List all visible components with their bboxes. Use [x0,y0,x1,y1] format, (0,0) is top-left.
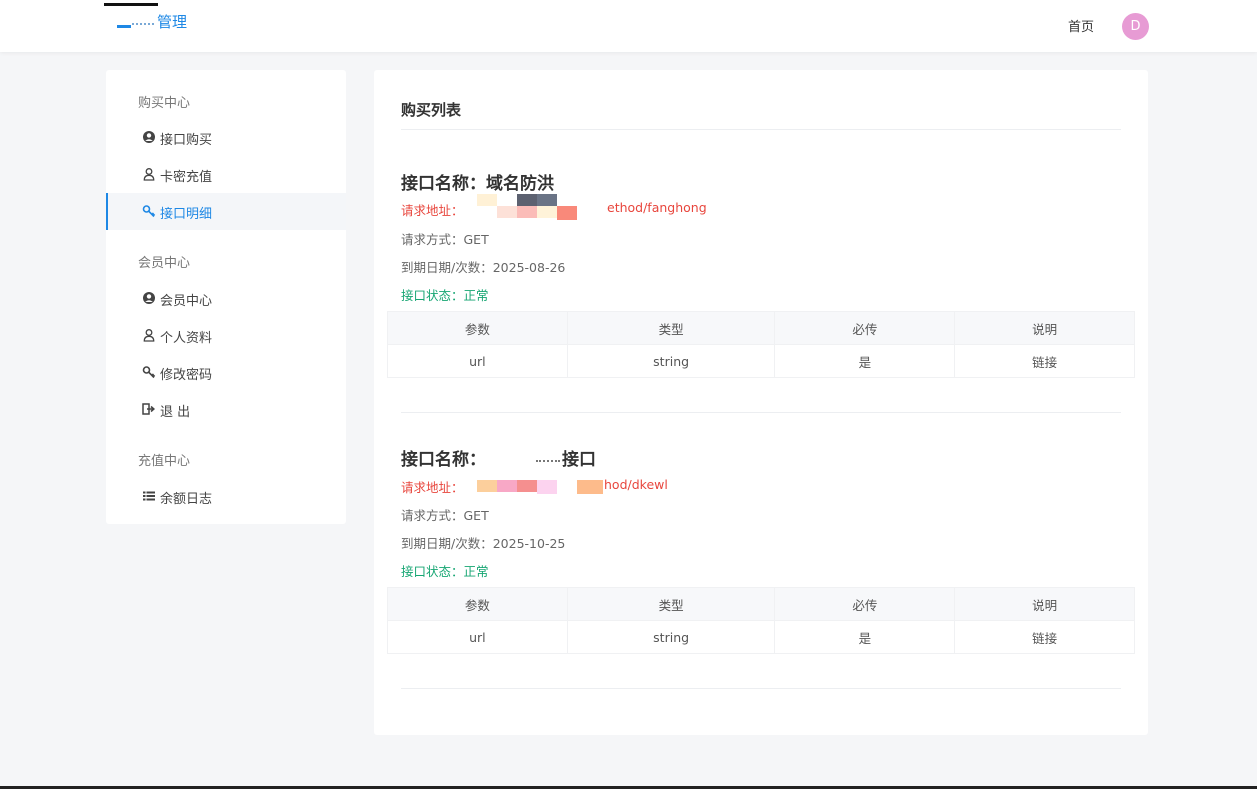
sidebar-item-label: 退 出 [160,405,191,420]
sidebar-item-label: 会员中心 [160,294,213,309]
sidebar-item-label: 卡密充值 [160,170,213,185]
table-cell: string [566,344,776,378]
sidebar-item-label: 接口购买 [160,133,213,148]
col-header-param: 参数 [387,587,568,621]
col-header-required: 必传 [774,587,956,621]
sidebar-item-balance-log[interactable]: 余额日志 [106,478,346,515]
sidebar-item-profile[interactable]: 个人资料 [106,317,346,354]
table-header-row: 参数 类型 必传 说明 [387,311,1135,345]
sidebar-item-label: 个人资料 [160,331,213,346]
top-navbar: 管理 首页 D [0,0,1257,52]
divider [401,688,1121,689]
page-title: 购买列表 [401,101,462,119]
api-url-visible: ethod/fanghong [607,200,707,215]
sidebar-item-label: 接口明细 [160,207,213,222]
redaction-mask [577,480,603,494]
col-header-type: 类型 [566,587,776,621]
api-name-prefix: 接口名称： [401,450,486,470]
api-url-visible: hod/dkewl [604,477,668,492]
purchase-list-panel: 购买列表 接口名称：域名防洪 请求地址： ethod/fanghong 请求方式… [374,70,1148,735]
redaction-mask [517,194,537,206]
table-cell: 是 [774,620,956,654]
user-outline-icon [143,329,155,342]
sidebar-item-label: 余额日志 [160,492,213,507]
divider [401,412,1121,413]
table-row: url string 是 链接 [387,620,1135,654]
table-cell: 是 [774,344,956,378]
list-icon [143,491,155,501]
user-outline-icon [143,168,155,181]
redaction-mask [557,206,577,220]
sidebar-group-recharge: 充值中心 [138,454,191,469]
sidebar-item-change-password[interactable]: 修改密码 [106,354,346,391]
redaction-mask [477,480,497,492]
sidebar-item-label: 修改密码 [160,368,213,383]
table-cell: string [566,620,776,654]
key-icon [142,205,156,218]
user-avatar[interactable]: D [1122,13,1149,40]
api-url[interactable]: 请求地址： hod/dkewl [401,477,701,496]
redaction-mask [477,194,497,206]
sidebar-group-purchase: 购买中心 [138,96,191,111]
sidebar-group-member: 会员中心 [138,256,191,271]
user-circle-icon [143,292,155,304]
api-url[interactable]: 请求地址： ethod/fanghong [401,194,707,220]
divider [401,129,1121,130]
redaction-mask [537,194,557,206]
brand-mark [104,3,158,6]
table-cell: 链接 [954,344,1135,378]
table-cell: url [387,620,568,654]
sidebar: 购买中心 接口购买 卡密充值 接口明细 会员中心 会员中心 个人资料 修改密码 … [106,70,346,524]
redaction-mask [517,206,537,218]
table-cell: url [387,344,568,378]
redaction-mask [537,206,557,218]
nav-home-link[interactable]: 首页 [1068,16,1094,35]
redaction-mask [497,206,517,218]
api-status: 接口状态：正常 [401,564,489,579]
api-method: 请求方式：GET [401,232,489,247]
col-header-description: 说明 [954,311,1135,345]
redaction-mask [497,480,517,492]
col-header-type: 类型 [566,311,776,345]
redaction-mask [536,458,560,462]
api-expiry: 到期日期/次数：2025-10-25 [401,536,566,551]
api-name: 接口名称：域名防洪 [401,174,554,194]
redaction-mask [537,480,557,494]
user-circle-icon [143,131,155,143]
table-cell: 链接 [954,620,1135,654]
table-row: url string 是 链接 [387,344,1135,378]
api-name: 接口名称： 接口 [401,445,721,470]
brand-title: 管理 [157,13,188,31]
param-table: 参数 类型 必传 说明 url string 是 链接 [387,311,1135,378]
sign-out-icon [142,403,156,415]
api-url-label: 请求地址： [401,480,464,495]
sidebar-item-member-center[interactable]: 会员中心 [106,280,346,317]
col-header-param: 参数 [387,311,568,345]
col-header-required: 必传 [774,311,956,345]
table-header-row: 参数 类型 必传 说明 [387,587,1135,621]
api-name-suffix: 接口 [562,450,596,470]
api-url-label: 请求地址： [401,203,464,218]
param-table: 参数 类型 必传 说明 url string 是 链接 [387,587,1135,654]
brand-accent-bar [117,25,131,28]
redaction-mask [517,480,537,492]
sidebar-item-logout[interactable]: 退 出 [106,391,346,428]
sidebar-item-api-details[interactable]: 接口明细 [106,193,346,230]
api-expiry: 到期日期/次数：2025-08-26 [401,260,566,275]
brand-redacted-text [132,22,154,25]
api-status: 接口状态：正常 [401,288,489,303]
sidebar-item-card-recharge[interactable]: 卡密充值 [106,156,346,193]
key-icon [142,366,156,379]
sidebar-item-api-purchase[interactable]: 接口购买 [106,119,346,156]
api-method: 请求方式：GET [401,508,489,523]
col-header-description: 说明 [954,587,1135,621]
